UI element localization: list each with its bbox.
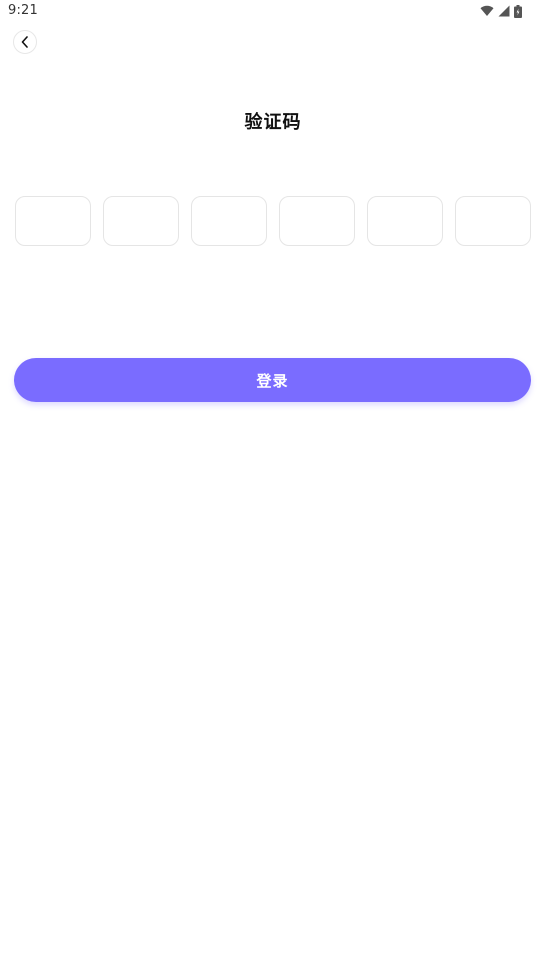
- code-digit-box-4[interactable]: [279, 196, 355, 246]
- code-digit-box-1[interactable]: [15, 196, 91, 246]
- status-bar: 9:21: [0, 0, 546, 24]
- battery-icon: [514, 4, 522, 18]
- code-digit-box-5[interactable]: [367, 196, 443, 246]
- wifi-icon: [480, 5, 494, 17]
- status-icons: [480, 4, 522, 18]
- code-digit-box-3[interactable]: [191, 196, 267, 246]
- page-title: 验证码: [244, 112, 302, 133]
- chevron-left-icon: [20, 36, 30, 48]
- login-button[interactable]: 登录: [14, 358, 531, 402]
- code-digit-box-2[interactable]: [103, 196, 179, 246]
- verification-code-input[interactable]: [15, 196, 531, 246]
- signal-icon: [498, 5, 510, 17]
- status-time: 9:21: [8, 3, 38, 18]
- code-digit-box-6[interactable]: [455, 196, 531, 246]
- back-button[interactable]: [13, 30, 37, 54]
